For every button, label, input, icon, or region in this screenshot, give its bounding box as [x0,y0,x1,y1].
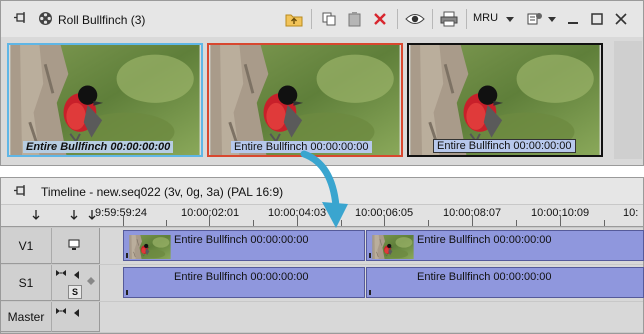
speaker-icon[interactable] [72,270,80,283]
minimize-icon[interactable] [565,9,581,29]
toolbar-separator [466,9,467,29]
track-name[interactable]: Master [1,302,51,332]
toolbar-separator [397,9,398,29]
ruler-label: 9:59:59:24 [95,207,147,219]
speaker-icon[interactable] [72,308,80,321]
track-name-label: V1 [18,239,34,253]
ruler-tick [123,216,124,226]
track-lane[interactable] [99,302,643,332]
ruler-header [1,205,99,227]
view-options-icon[interactable] [525,9,545,29]
clip-in-marker [126,253,128,258]
clip-thumbnails: Entire Bullfinch 00:00:00:00 Entire Bull… [5,39,611,159]
timeline-clip[interactable]: Entire Bullfinch 00:00:00:00 [123,267,365,298]
diamond-icon[interactable] [86,276,96,289]
ruler-tick [472,216,473,226]
ruler-tick [516,220,517,226]
mru-dropdown[interactable]: MRU [473,12,498,24]
monitor-icon[interactable] [68,239,80,254]
toolbar-separator [311,9,312,29]
roll-bin-panel: Roll Bullfinch (3) MRU Entire Bullfinch … [0,0,644,166]
delete-icon[interactable] [370,9,390,29]
clip-thumbnail[interactable]: Entire Bullfinch 00:00:00:00 [7,43,203,157]
close-icon[interactable] [613,9,629,29]
clip-label: Entire Bullfinch 00:00:00:00 [174,271,309,283]
timeline-clip[interactable]: Entire Bullfinch 00:00:00:00 [123,230,365,261]
clip-in-marker [126,290,128,295]
clip-thumbnail[interactable]: Entire Bullfinch 00:00:00:00 [407,43,603,157]
ruler-tick [428,220,429,226]
track-name-label: Master [7,310,45,324]
clip-in-marker [369,253,371,258]
ruler-tick [253,220,254,226]
chevron-down-icon[interactable] [504,9,516,29]
track-controls [51,302,99,332]
track-controls: S [51,265,99,301]
clip-label: Entire Bullfinch 00:00:00:00 [417,234,552,246]
ruler-tick [604,220,605,226]
eye-icon[interactable] [404,9,426,29]
chevron-down-icon[interactable] [547,9,557,29]
toolbar-separator [432,9,433,29]
bin-scrollbar[interactable] [614,41,642,159]
clip-label: Entire Bullfinch 00:00:00:00 [417,271,552,283]
paste-icon[interactable] [345,9,365,29]
bin-title: Roll Bullfinch (3) [58,13,146,27]
down-arrow-icon[interactable] [69,209,79,224]
copy-icon[interactable] [319,9,339,29]
pin-icon[interactable] [13,184,29,198]
track-lane[interactable]: Entire Bullfinch 00:00:00:00 Entire Bull… [99,228,644,264]
pin-icon[interactable] [13,11,29,25]
track-controls [51,228,99,264]
track-s1: S1 S Entire Bullfinch 00:00:00:00 Entire… [1,265,644,301]
ruler-tick [209,216,210,226]
clip-caption: Entire Bullfinch 00:00:00:00 [433,139,576,153]
track-lane[interactable]: Entire Bullfinch 00:00:00:00 Entire Bull… [99,265,644,301]
ruler-tick [166,220,167,226]
ruler-label: 10:00:02:01 [181,207,240,219]
clip-label: Entire Bullfinch 00:00:00:00 [174,234,309,246]
track-name[interactable]: S1 [1,265,51,301]
link-icon[interactable] [55,306,67,319]
track-name-label: S1 [18,276,34,290]
bin-toolbar: Roll Bullfinch (3) MRU [1,1,643,37]
timeline-title: Timeline - new.seq022 (3v, 0g, 3a) (PAL … [41,185,284,199]
ruler-label: 10: [623,207,639,219]
clip-thumbnail-image [129,235,171,259]
track-name[interactable]: V1 [1,228,51,264]
clip-caption: Entire Bullfinch 00:00:00:00 [23,141,174,153]
clip-thumbnail-image [372,235,414,259]
down-arrow-icon[interactable] [31,209,41,224]
timeline-clip[interactable]: Entire Bullfinch 00:00:00:00 [366,267,644,298]
clip-thumbnail[interactable]: Entire Bullfinch 00:00:00:00 [207,43,403,157]
film-reel-icon [38,11,53,26]
ruler-tick [560,216,561,226]
track-master: Master [1,302,643,332]
drag-arrow-icon [300,150,348,228]
mru-label: MRU [473,12,499,24]
link-icon[interactable] [55,268,67,281]
ruler-tick [384,216,385,226]
timeline-clip[interactable]: Entire Bullfinch 00:00:00:00 [366,230,644,261]
bullfinch-image [9,45,201,155]
clip-in-marker [369,290,371,295]
bullfinch-image [209,45,401,155]
maximize-icon[interactable] [589,9,605,29]
solo-button[interactable]: S [68,285,82,299]
print-icon[interactable] [438,9,460,29]
folder-up-icon[interactable] [284,9,304,29]
